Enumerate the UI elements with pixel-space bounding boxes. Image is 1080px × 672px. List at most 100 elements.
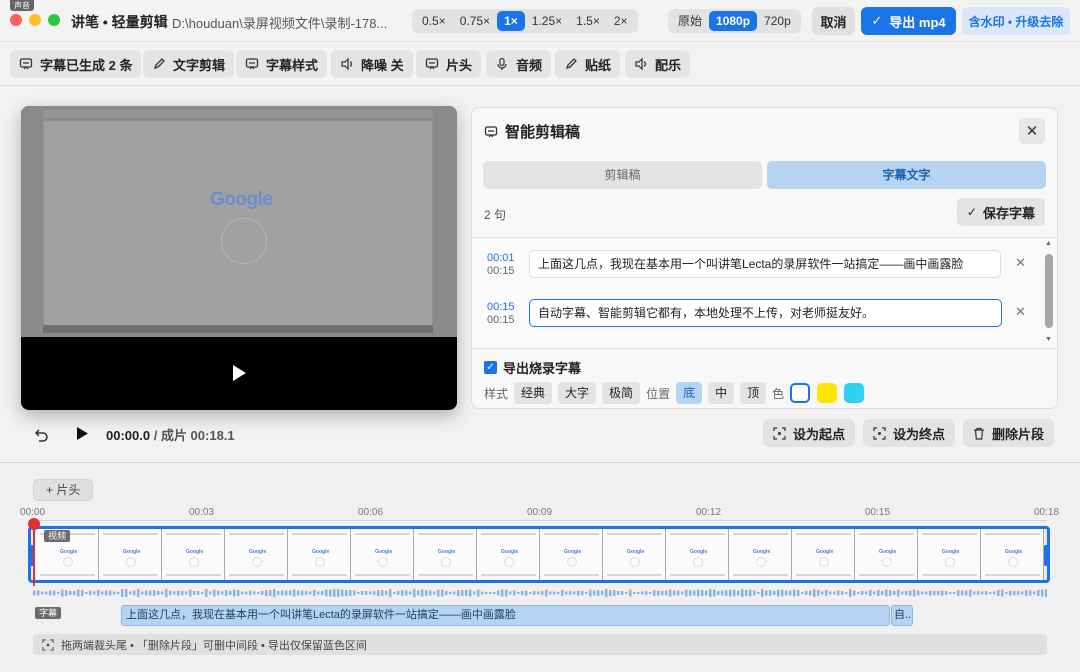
style-option[interactable]: 经典 (514, 382, 553, 404)
speed-option[interactable]: 2× (607, 11, 635, 31)
subtitle-clip[interactable]: 上面这几点，我现在基本用一个叫讲笔Lecta的录屏软件一站搞定——画中画露脸 (121, 605, 890, 626)
subtitle-scrollbar[interactable]: ▲ ▼ (1044, 240, 1054, 346)
resolution-option[interactable]: 720p (757, 11, 798, 31)
maximize-window-button[interactable] (48, 14, 60, 26)
position-option[interactable]: 顶 (740, 382, 767, 404)
time-tick: 00:00 (20, 507, 46, 518)
title-bar: 声音 讲笔 • 轻量剪辑 D:\houduan\录屏视频文件\录制-178...… (0, 0, 1080, 42)
playhead-handle[interactable] (28, 518, 40, 530)
video-thumbnail: Google (918, 529, 981, 580)
video-frame: Google (21, 106, 457, 337)
toolbar-subtitle-style-button[interactable]: 字幕样式 (236, 50, 328, 78)
subtitle-end: 00:15 (487, 314, 515, 326)
subtitle-icon (19, 58, 33, 70)
panel-tabs: 剪辑稿 字幕文字 (483, 161, 1046, 189)
color-swatch-cyan[interactable] (844, 383, 865, 403)
speaker-icon (635, 57, 646, 71)
speed-option[interactable]: 0.5× (415, 11, 453, 31)
style-option[interactable]: 大字 (558, 382, 597, 404)
toolbar-sticker-button[interactable]: 贴纸 (555, 50, 621, 78)
scroll-up-icon[interactable]: ▲ (1045, 240, 1052, 247)
time-tick: 00:18 (1034, 507, 1060, 518)
scroll-down-icon[interactable]: ▼ (1045, 336, 1052, 343)
current-time: 00:00.0 (106, 428, 151, 443)
close-window-button[interactable] (10, 14, 22, 26)
set-start-label: 设为起点 (793, 426, 846, 442)
subtitle-style-options: 样式 经典 大字 极简 位置 底 中 顶 色 (484, 381, 871, 405)
timeline-hint: 拖两端裁头尾 • 「删除片段」可删中间段 • 导出仅保留蓝色区间 (33, 634, 1047, 655)
toolbar-music-button[interactable]: 配乐 (625, 50, 691, 78)
set-start-button[interactable]: 设为起点 (763, 419, 856, 447)
toolbar-subtitles-button[interactable]: 字幕已生成 2 条 (10, 50, 142, 78)
speed-option[interactable]: 0.75× (453, 11, 497, 31)
add-intro-button[interactable]: + 片头 (33, 479, 94, 501)
toolbar-intro-button[interactable]: 片头 (416, 50, 482, 78)
toolbar-label: 降噪 关 (361, 57, 404, 73)
burn-subtitles-checkbox[interactable]: ✓ (484, 361, 497, 374)
set-end-button[interactable]: 设为终点 (863, 419, 956, 447)
color-swatch-yellow[interactable] (817, 383, 838, 403)
toolbar-audio-button[interactable]: 音频 (486, 50, 552, 78)
upgrade-watermark-button[interactable]: 含水印 • 升级去除 (962, 7, 1070, 35)
speed-option[interactable]: 1.25× (525, 11, 569, 31)
burn-subtitles-option[interactable]: ✓ 导出烧录字幕 (484, 358, 581, 377)
speed-option-selected[interactable]: 1× (497, 11, 525, 31)
cancel-button[interactable]: 取消 (812, 7, 855, 35)
check-icon: ✓ (871, 13, 883, 28)
panel-header: 智能剪辑稿 (484, 121, 580, 142)
playback-time: 00:00.0 / 成片 00:18.1 (106, 425, 235, 444)
speed-option[interactable]: 1.5× (569, 11, 607, 31)
toolbar-label: 字幕已生成 2 条 (40, 57, 133, 73)
undo-icon[interactable] (33, 426, 49, 442)
toolbar-denoise-button[interactable]: 降噪 关 (331, 50, 413, 78)
playhead[interactable] (33, 521, 35, 586)
scroll-thumb[interactable] (1045, 254, 1053, 328)
subtitle-time: 00:01 00:15 (487, 252, 515, 278)
trash-icon (974, 427, 984, 440)
audio-waveform (33, 589, 1047, 597)
position-option[interactable]: 中 (708, 382, 735, 404)
crop-icon (773, 426, 786, 440)
trim-end-handle[interactable] (1044, 545, 1049, 566)
close-panel-button[interactable]: ✕ (1019, 118, 1045, 144)
subtitle-text-field[interactable]: 上面这几点，我现在基本用一个叫讲笔Lecta的录屏软件一站搞定——画中画露脸 (529, 250, 1001, 278)
minimize-window-button[interactable] (29, 14, 41, 26)
subtitle-end: 00:15 (487, 265, 515, 277)
delete-subtitle-icon[interactable]: ✕ (1015, 304, 1026, 320)
subtitle-start[interactable]: 00:01 (487, 252, 515, 265)
delete-subtitle-icon[interactable]: ✕ (1015, 255, 1026, 271)
preview-taskbar (43, 325, 433, 333)
subtitle-start[interactable]: 00:15 (487, 301, 515, 314)
export-mp4-button[interactable]: ✓ 导出 mp4 (861, 7, 956, 35)
resolution-option[interactable]: 原始 (671, 11, 709, 31)
preview-search-circle (221, 218, 267, 264)
check-icon: ✓ (966, 205, 977, 219)
save-subtitles-label: 保存字幕 (982, 205, 1035, 221)
video-thumbnail: Google (288, 529, 351, 580)
video-thumbnail: Google (477, 529, 540, 580)
subtitle-row: 00:15 00:15 自动字幕、智能剪辑它都有，本地处理不上传，对老师挺友好。… (472, 299, 1042, 329)
preview-logo: Google (210, 189, 273, 210)
video-preview[interactable]: Google (21, 106, 457, 410)
style-option[interactable]: 极简 (602, 382, 641, 404)
video-track[interactable]: Google Google Google Google Google Google Goog… (28, 526, 1050, 583)
subtitle-clip[interactable]: 自.. (891, 605, 913, 626)
tab-edit-script[interactable]: 剪辑稿 (483, 161, 762, 189)
position-option-selected[interactable]: 底 (676, 382, 703, 404)
save-subtitles-button[interactable]: ✓ 保存字幕 (956, 198, 1045, 226)
video-thumbnail: Google (855, 529, 918, 580)
video-thumbnail: Google (729, 529, 792, 580)
play-button-icon[interactable] (77, 427, 88, 440)
toolbar-text-edit-button[interactable]: 文字剪辑 (143, 50, 235, 78)
delete-segment-button[interactable]: 删除片段 (963, 419, 1055, 447)
tab-subtitle-text[interactable]: 字幕文字 (767, 161, 1046, 189)
burn-subtitles-label: 导出烧录字幕 (503, 361, 582, 376)
subtitle-icon (484, 125, 498, 137)
toolbar-label: 文字剪辑 (173, 57, 226, 73)
play-icon[interactable] (232, 365, 246, 381)
editing-toolbar: 字幕已生成 2 条 文字剪辑 字幕样式 降噪 关 片头 音频 贴纸 配乐 (0, 42, 1080, 86)
resolution-option-selected[interactable]: 1080p (709, 11, 758, 31)
subtitle-text-field[interactable]: 自动字幕、智能剪辑它都有，本地处理不上传，对老师挺友好。 (529, 299, 1002, 327)
smart-edit-panel: 智能剪辑稿 ✕ 剪辑稿 字幕文字 2 句 ✓ 保存字幕 00:01 00:15 … (471, 107, 1058, 409)
color-swatch-white[interactable] (790, 383, 811, 403)
